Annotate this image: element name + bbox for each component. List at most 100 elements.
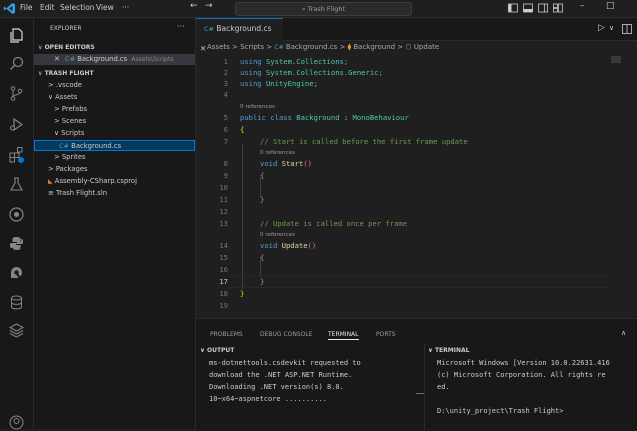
line-number: 12 [219,207,228,216]
indent-guide [242,144,243,289]
search-icon[interactable] [8,55,25,72]
nav-forward-button[interactable]: → [205,1,213,11]
tab-debug-console[interactable]: DEBUG CONSOLE [260,331,313,338]
tab-ports[interactable]: PORTS [376,331,396,338]
menu-selection[interactable]: Selection [60,3,95,12]
terminal-prompt[interactable]: D:\unity_project\Trash Flight> [437,407,563,415]
tree-item-packages[interactable]: > Packages [34,164,195,175]
open-editors-header[interactable]: ∨ OPEN EDITORS [34,42,195,53]
extensions-icon[interactable] [8,146,25,163]
code-line-9: { [260,171,265,180]
tree-item-sln[interactable]: ≡ Trash Flight.sln [34,188,195,199]
source-control-icon[interactable] [8,85,25,102]
toggle-secondary-sidebar-icon[interactable] [538,3,548,13]
csharp-file-icon: C# [59,142,69,150]
output-line: ms-dotnettools.csdevkit requested to [209,359,361,367]
tree-item-label: Assembly-CSharp.csproj [54,177,137,185]
codelens-references[interactable]: 0 references [240,104,275,110]
tree-item-label: ∨ Scripts [54,129,85,137]
sash-handle[interactable] [416,393,424,394]
tree-item-vscode[interactable]: > .vscode [34,80,195,91]
tree-item-csproj[interactable]: ◣ Assembly-CSharp.csproj [34,176,195,187]
chevron-down-icon[interactable]: ∨ [609,24,614,32]
tree-item-background-cs[interactable]: C# Background.cs [34,140,195,151]
keyword: using [240,79,262,88]
breadcrumb-scripts[interactable]: Scripts [240,43,264,51]
line-number: 1 [223,57,228,66]
tree-item-scripts[interactable]: ∨ Scripts [34,128,195,139]
toggle-sidebar-icon[interactable] [508,3,518,13]
toggle-panel-icon[interactable] [523,3,533,13]
chevron-up-icon[interactable]: ∧ [621,329,626,337]
breadcrumb-class[interactable]: Background [353,43,395,51]
tree-item-scenes[interactable]: > Scenes [34,116,195,127]
tab-problems[interactable]: PROBLEMS [210,331,243,338]
function-name: Start [281,159,304,168]
code-editor[interactable]: 1 using System.Collections; 2 using Syst… [196,53,637,315]
customize-layout-icon[interactable] [553,3,563,13]
line-number: 13 [219,219,228,228]
nav-back-button[interactable]: ← [190,1,198,11]
run-file-button[interactable]: ▷ [598,23,605,33]
code-line-13: // Update is called once per frame [260,219,408,228]
gitlens-icon[interactable] [8,264,25,281]
terminal-section-title[interactable]: ∨ TERMINAL [428,347,469,354]
codelens-references[interactable]: 0 references [260,232,295,238]
breadcrumb-assets[interactable]: Assets [207,43,230,51]
code-line-7: // Start is called before the first fram… [260,137,468,146]
minimap[interactable] [611,56,621,63]
tab-label: Background.cs [216,24,272,33]
chevron-right-icon: > [232,43,241,51]
breadcrumb-method[interactable]: Update [414,43,439,51]
open-editor-item[interactable]: ✕ C# Background.cs Assets\Scripts [34,54,195,65]
chevron-down-icon: ∨ [428,347,435,354]
close-icon[interactable]: ✕ [54,55,60,63]
namespace: System.Collections; [265,57,349,66]
tree-item-label: > Packages [48,165,88,173]
tree-item-assets[interactable]: ∨ Assets [34,92,195,103]
tab-background-cs[interactable]: C# Background.cs ✕ [196,18,283,53]
line-number: 4 [223,90,228,99]
explorer-files-icon[interactable] [8,27,25,44]
minimize-button[interactable]: – [580,1,585,11]
python-icon[interactable] [8,235,25,252]
solution-file-icon: ≡ [48,189,54,197]
tree-item-sprites[interactable]: > Sprites [34,152,195,163]
output-section-title[interactable]: ∨ OUTPUT [200,347,234,354]
codelens-references[interactable]: 0 references [260,150,295,156]
keyword: void [260,241,278,250]
accounts-icon[interactable] [8,414,25,431]
project-header[interactable]: ∨ TRASH FLIGHT [34,68,195,79]
output-line: download the .NET ASP.NET Runtime. [209,371,353,379]
breadcrumb-file[interactable]: Background.cs [286,43,337,51]
database-icon[interactable] [8,294,25,311]
line-number: 7 [223,137,228,146]
line-number: 8 [223,159,228,168]
menu-view[interactable]: View [96,3,114,12]
search-icon: ⌕ [301,5,306,13]
tab-terminal[interactable]: TERMINAL [328,331,359,340]
menu-edit[interactable]: Edit [40,3,55,12]
layers-icon[interactable] [8,322,25,339]
panel-divider[interactable] [424,343,425,430]
maximize-button[interactable]: □ [606,1,615,11]
output-title: OUTPUT [206,347,235,354]
remote-explorer-icon[interactable] [8,206,25,223]
rss-file-icon: ◣ [48,178,53,185]
editor-tabs: C# Background.cs ✕ ▷ ∨ [196,18,637,53]
chevron-down-icon: ∨ [200,347,207,354]
explorer-more-button[interactable]: ··· [177,22,185,31]
tree-item-prefabs[interactable]: > Prefabs [34,104,195,115]
project-title: TRASH FLIGHT [44,70,94,77]
command-search[interactable]: ⌕ Trash Flight [235,2,412,16]
line-number: 18 [219,289,228,298]
tree-item-label: > Sprites [54,153,86,161]
menu-more[interactable]: ··· [122,3,129,12]
title-bar: File Edit Selection View ··· ← → ⌕ Trash… [0,0,637,18]
menu-file[interactable]: File [20,3,33,12]
testing-icon[interactable] [8,176,25,193]
method-icon: ⬡ [405,43,412,51]
keyword: using [240,68,262,77]
split-editor-icon[interactable] [622,24,632,34]
run-debug-icon[interactable] [8,116,25,133]
